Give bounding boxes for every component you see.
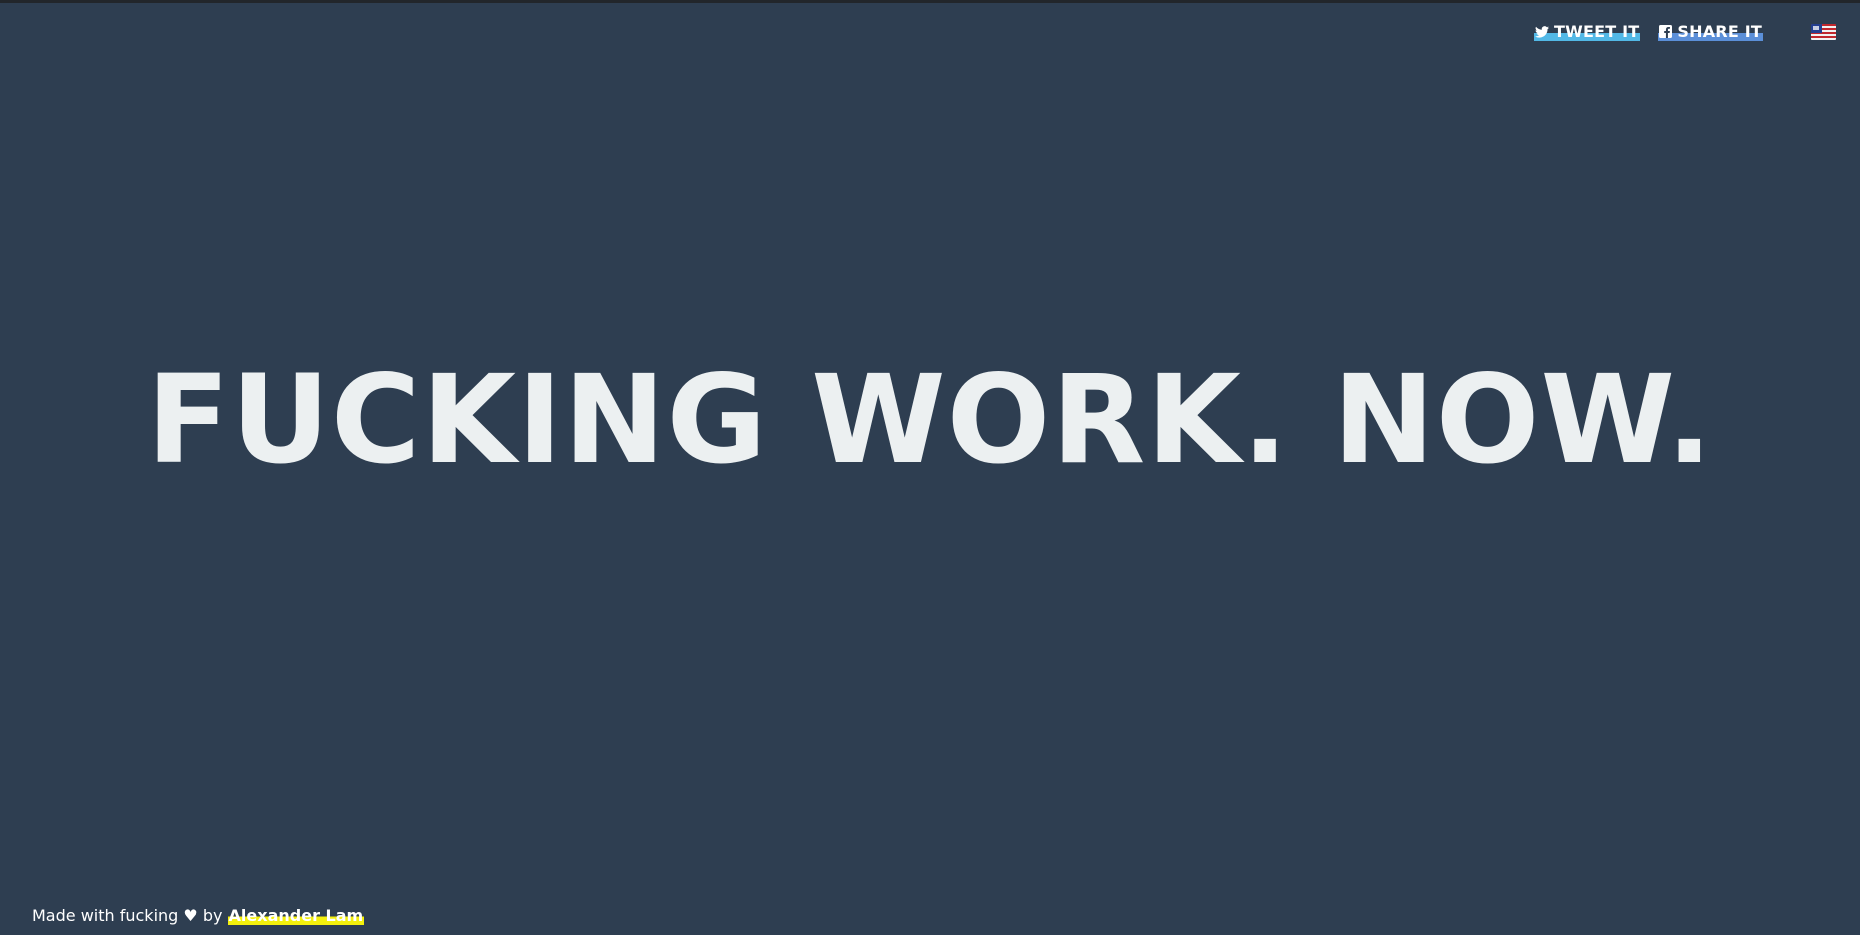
tweet-it-link[interactable]: TWEET IT [1534,22,1641,41]
facebook-icon [1659,25,1673,38]
main-headline: FUCKING WORK. NOW. [146,349,1714,491]
twitter-icon [1535,25,1550,38]
footer-text: Made with fucking ♥ by [32,906,228,925]
share-it-link[interactable]: SHARE IT [1658,22,1763,41]
us-flag-icon[interactable] [1811,23,1836,40]
share-bar: TWEET IT SHARE IT [1534,22,1836,41]
author-link[interactable]: Alexander Lam [227,906,365,925]
tweet-it-label: TWEET IT [1554,22,1640,41]
flag-canton [1811,23,1822,33]
footer-credit: Made with fucking ♥ by Alexander Lam [32,906,365,925]
window-top-edge [0,0,1860,3]
share-it-label: SHARE IT [1677,22,1762,41]
